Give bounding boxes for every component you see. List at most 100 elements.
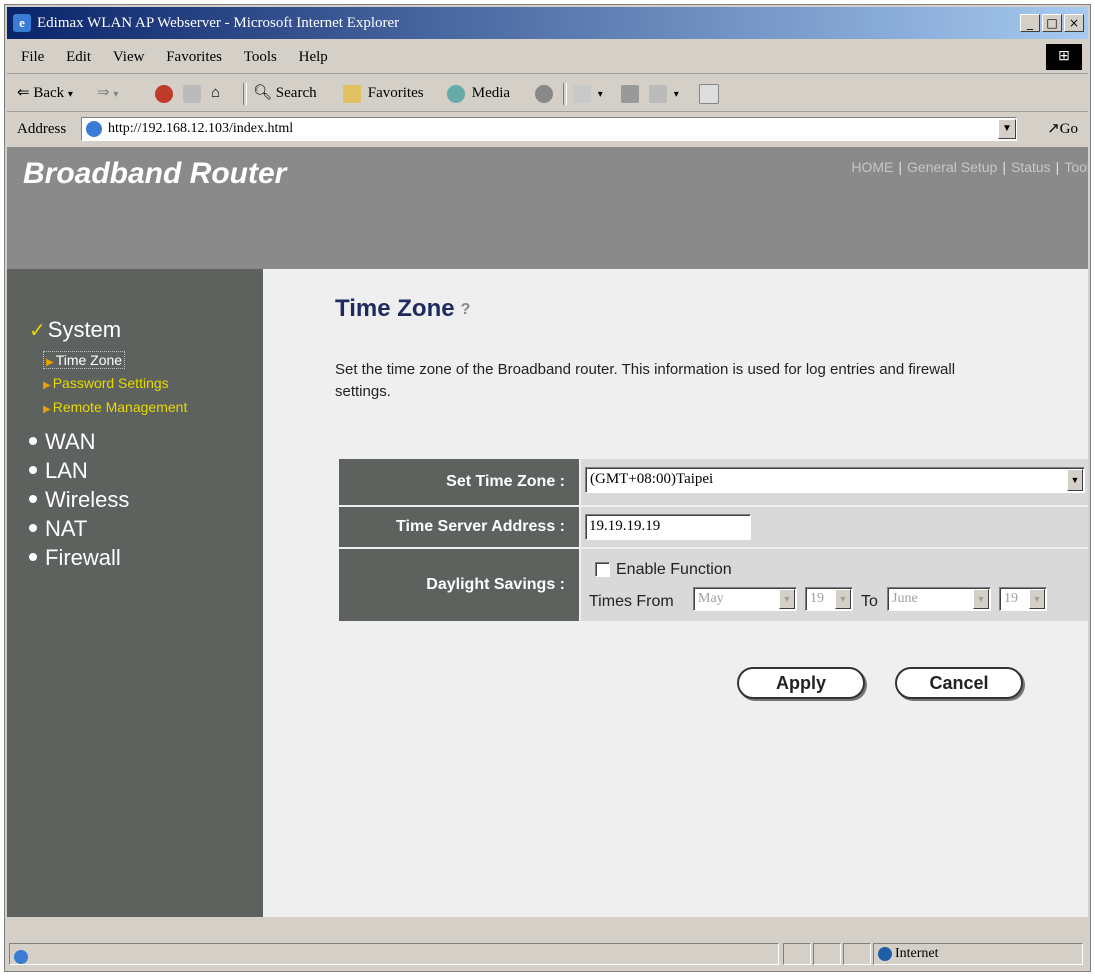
router-header: Broadband Router HOME | General Setup | Stat…: [7, 147, 1088, 269]
go-button[interactable]: ↗Go: [1047, 113, 1078, 145]
sidebar-sub-time-zone[interactable]: ▶ Time Zone: [43, 351, 126, 369]
menu-view[interactable]: View: [113, 49, 145, 65]
page-title: Time Zone?: [335, 295, 470, 323]
menu-edit[interactable]: Edit: [66, 49, 91, 65]
mail-button[interactable]: ▾: [573, 75, 603, 113]
help-icon[interactable]: ?: [461, 301, 471, 319]
timezone-select[interactable]: (GMT+08:00)Taipei ▼: [585, 467, 1085, 493]
enable-function-checkbox[interactable]: Enable Function: [595, 561, 732, 579]
sidebar-item-label: WAN: [45, 429, 96, 454]
sidebar-item-wireless[interactable]: Wireless: [29, 487, 129, 513]
home-button[interactable]: ⌂: [211, 75, 220, 111]
to-day-value: 19: [1004, 591, 1018, 606]
favorites-button[interactable]: Favorites: [343, 75, 424, 111]
timezone-selected-value: (GMT+08:00)Taipei: [590, 471, 714, 487]
search-button[interactable]: 🔍︎ Search: [253, 75, 317, 111]
server-cell: 19.19.19.19: [581, 507, 1088, 547]
enable-function-label: Enable Function: [616, 561, 732, 578]
to-day-select[interactable]: 19 ▼: [999, 587, 1047, 611]
arrow-icon: ▶: [46, 357, 54, 368]
chevron-down-icon: ▼: [1067, 469, 1083, 491]
apply-button[interactable]: Apply: [737, 667, 865, 699]
daylight-label: Daylight Savings :: [339, 549, 579, 621]
favorites-icon: [343, 84, 361, 103]
sidebar-sub-label: Time Zone: [55, 352, 123, 368]
media-label: Media: [471, 85, 511, 101]
nav-divider: |: [898, 159, 903, 175]
menu-file[interactable]: File: [21, 49, 44, 65]
maximize-button[interactable]: □: [1042, 14, 1062, 32]
status-panel: [783, 943, 811, 965]
nav-divider: |: [1055, 159, 1060, 175]
sidebar-item-wan[interactable]: WAN: [29, 429, 96, 455]
times-from-label: Times From: [589, 593, 674, 610]
address-bar: Address http://192.168.12.103/index.html…: [7, 113, 1088, 145]
sidebar-item-firewall[interactable]: Firewall: [29, 545, 121, 571]
from-day-select[interactable]: 19 ▼: [805, 587, 853, 611]
go-arrow-icon: ↗: [1047, 121, 1060, 137]
chevron-down-icon: ▼: [1029, 589, 1045, 609]
from-month-select[interactable]: May ▼: [693, 587, 797, 611]
to-month-select[interactable]: June ▼: [887, 587, 991, 611]
go-label: Go: [1059, 121, 1078, 137]
chevron-down-icon: ▼: [779, 589, 795, 609]
edit-button[interactable]: ▾: [649, 75, 679, 113]
menu-tools[interactable]: Tools: [244, 49, 277, 65]
time-server-input[interactable]: 19.19.19.19: [585, 514, 751, 540]
history-icon: [535, 84, 553, 103]
chevron-down-icon: ▼: [973, 589, 989, 609]
page-title-text: Time Zone: [335, 295, 455, 322]
browser-window: e Edimax WLAN AP Webserver - Microsoft I…: [4, 4, 1091, 972]
discuss-button[interactable]: [699, 75, 722, 111]
refresh-button[interactable]: [183, 75, 204, 111]
edit-icon: [649, 84, 667, 103]
ie-icon: e: [13, 14, 31, 32]
sidebar-item-lan[interactable]: LAN: [29, 458, 88, 484]
cancel-button[interactable]: Cancel: [895, 667, 1023, 699]
home-icon: ⌂: [211, 85, 221, 101]
sidebar-item-label: Wireless: [45, 487, 130, 512]
address-input[interactable]: http://192.168.12.103/index.html ▼: [81, 117, 1017, 141]
status-text-panel: [9, 943, 779, 965]
checkmark-icon: ✓: [29, 320, 46, 342]
nav-general-setup[interactable]: General Setup: [907, 159, 997, 175]
address-label: Address: [17, 121, 67, 137]
stop-button[interactable]: [155, 75, 176, 111]
timezone-label: Set Time Zone :: [339, 459, 579, 505]
sidebar-item-label: LAN: [45, 458, 88, 483]
sidebar-item-nat[interactable]: NAT: [29, 516, 87, 542]
forward-button[interactable]: ⇒ ▾: [97, 75, 118, 113]
nav-tool[interactable]: Tool: [1064, 159, 1088, 175]
checkbox-icon: [595, 562, 610, 578]
address-dropdown[interactable]: ▼: [998, 119, 1016, 139]
dropdown-icon: ▾: [113, 89, 119, 100]
menu-favorites[interactable]: Favorites: [166, 49, 222, 65]
close-button[interactable]: ×: [1064, 14, 1084, 32]
page-icon: [86, 120, 102, 137]
nav-status[interactable]: Status: [1011, 159, 1051, 175]
sidebar-sub-remote-management[interactable]: ▶ Remote Management: [43, 399, 187, 415]
print-button[interactable]: [621, 75, 642, 111]
toolbar: ⇐ Back ▾ ⇒ ▾ ⌂ 🔍︎ Search Favorites Media: [7, 75, 1088, 112]
sidebar-item-label: NAT: [45, 516, 88, 541]
history-button[interactable]: [535, 75, 556, 111]
bullet-icon: [29, 437, 37, 446]
dropdown-icon: ▾: [67, 89, 73, 100]
forward-arrow-icon: ⇒: [97, 85, 110, 101]
minimize-button[interactable]: _: [1020, 14, 1040, 32]
from-day-value: 19: [810, 591, 824, 606]
nav-home[interactable]: HOME: [851, 159, 893, 175]
bullet-icon: [29, 495, 37, 504]
page-done-icon: [14, 949, 28, 964]
sidebar-sub-password-settings[interactable]: ▶ Password Settings: [43, 375, 169, 391]
status-zone-panel: Internet: [873, 943, 1083, 965]
media-button[interactable]: Media: [447, 75, 510, 111]
daylight-row: Daylight Savings : Enable Function Times…: [339, 549, 1088, 621]
sidebar: ✓System ▶ Time Zone ▶ Password Settings ▶ R…: [7, 269, 263, 917]
globe-icon: [878, 946, 892, 961]
top-nav: HOME | General Setup | Status | Tool: [851, 159, 1088, 175]
sidebar-item-system[interactable]: ✓System: [29, 317, 121, 343]
status-panel: [813, 943, 841, 965]
back-button[interactable]: ⇐ Back ▾: [17, 75, 73, 113]
menu-help[interactable]: Help: [299, 49, 328, 65]
